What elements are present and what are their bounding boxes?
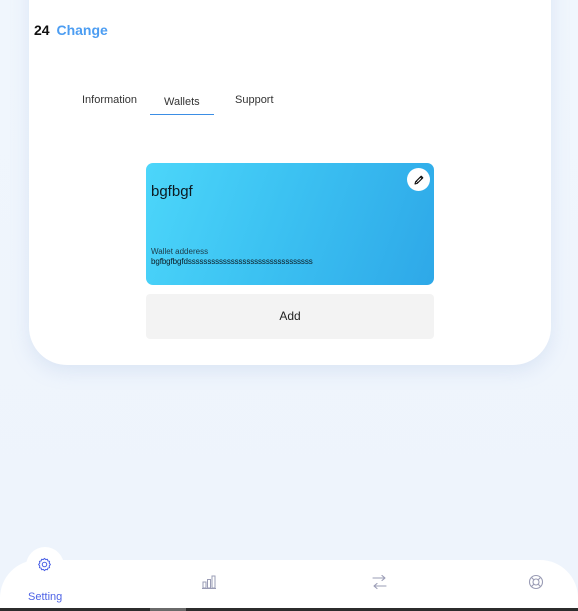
tab-information[interactable]: Information <box>82 94 137 106</box>
page: 24 Change Information Wallets Support bg… <box>0 0 578 611</box>
wallet-address-label: Wallet adderess <box>151 247 209 256</box>
bar-chart-icon <box>202 575 216 589</box>
wallet-name: bgfbgf <box>151 183 193 200</box>
nav-item-setting[interactable] <box>37 557 52 577</box>
add-wallet-button[interactable]: Add <box>146 294 434 339</box>
balance-value: 24 <box>34 22 50 38</box>
pencil-icon <box>413 175 423 185</box>
tab-wallets[interactable]: Wallets <box>164 96 200 108</box>
balance-line: 24 Change <box>34 22 108 38</box>
gear-icon <box>38 557 51 572</box>
edit-wallet-button[interactable] <box>407 168 430 191</box>
nav-item-support[interactable] <box>528 574 544 595</box>
profile-card: 24 Change Information Wallets Support bg… <box>29 0 551 365</box>
lifebuoy-icon <box>528 574 544 590</box>
active-tab-indicator <box>150 114 214 115</box>
nav-item-stats[interactable] <box>201 574 217 595</box>
tab-support[interactable]: Support <box>235 94 274 106</box>
nav-label-setting[interactable]: Setting <box>28 591 62 603</box>
wallet-address: bgfbgfbgfdssssssssssssssssssssssssssssss… <box>151 257 313 266</box>
wallet-card[interactable]: bgfbgf Wallet adderess bgfbgfbgfdsssssss… <box>146 163 434 285</box>
transfer-arrows-icon <box>372 574 387 590</box>
nav-item-transfer[interactable] <box>371 573 388 596</box>
change-link[interactable]: Change <box>56 22 107 38</box>
bottom-nav <box>0 560 578 608</box>
